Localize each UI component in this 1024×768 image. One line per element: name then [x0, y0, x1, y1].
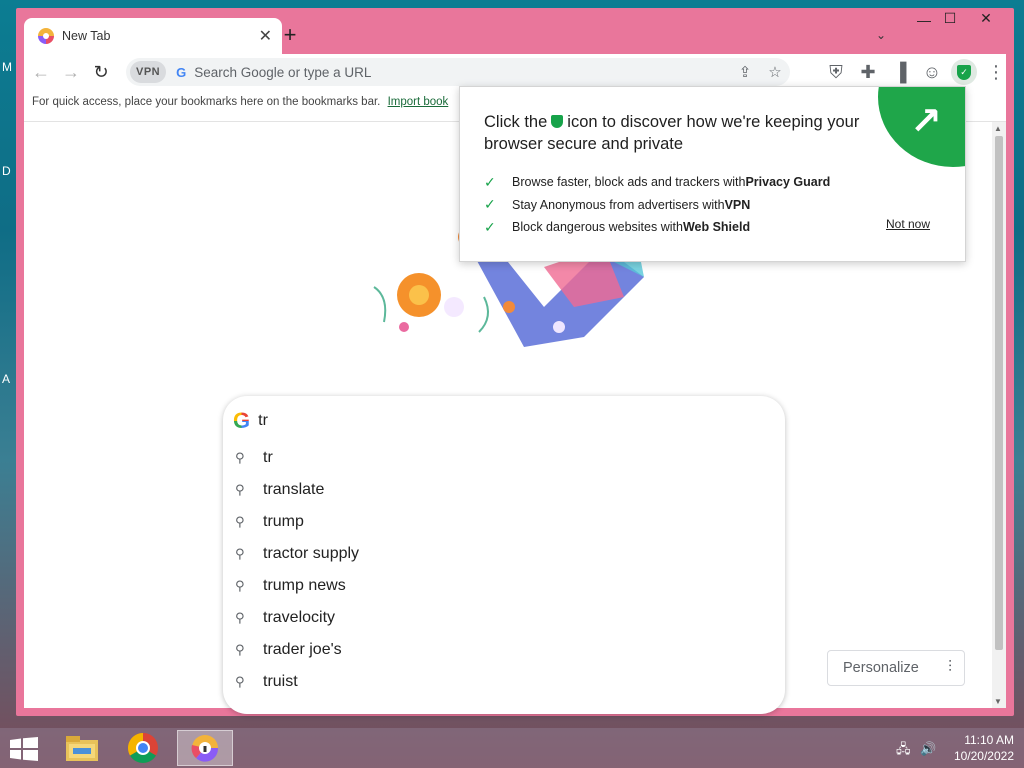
scroll-down-icon[interactable]: ▼ — [994, 697, 1002, 706]
check-icon: ✓ — [484, 196, 496, 213]
suggestion-item[interactable]: ⚲ travelocity — [223, 602, 785, 634]
clock-time: 11:10 AM — [964, 733, 1014, 747]
bookmarks-hint: For quick access, place your bookmarks h… — [32, 96, 381, 108]
search-input[interactable]: tr — [258, 412, 268, 430]
page-scrollbar[interactable]: ▲ ▼ — [992, 122, 1006, 708]
privacy-icon[interactable]: ⛨ — [820, 57, 852, 87]
shield-icon: ✓ — [957, 64, 971, 80]
check-icon: ✓ — [484, 218, 496, 235]
share-icon[interactable]: ⇪ — [730, 63, 760, 81]
menu-icon[interactable]: ⋮ — [980, 57, 1012, 87]
search-icon: ⚲ — [235, 610, 245, 625]
suggestion-text: trader joe's — [263, 641, 342, 658]
search-icon: ⚲ — [235, 450, 245, 465]
suggestion-item[interactable]: ⚲ truist — [223, 666, 785, 698]
extension-area: ⛨ ✚ ▐ ☺ ✓ ⋮ — [820, 57, 1012, 87]
search-suggestion-box: G tr ⚲ tr ⚲ translate ⚲ trump ⚲ tractor supp… — [223, 396, 785, 714]
omnibox[interactable]: VPN G Search Google or type a URL ⇪ ☆ — [126, 58, 790, 86]
search-icon: ⚲ — [235, 546, 245, 561]
suggestion-item[interactable]: ⚲ tr — [223, 442, 785, 474]
omnibox-input[interactable]: Search Google or type a URL — [194, 65, 730, 80]
vpn-badge[interactable]: VPN — [130, 61, 167, 83]
suggestion-item[interactable]: ⚲ tractor supply — [223, 538, 785, 570]
suggestion-item[interactable]: ⚲ trader joe's — [223, 634, 785, 666]
suggestion-list: ⚲ tr ⚲ translate ⚲ trump ⚲ tractor supply ⚲ t… — [223, 442, 785, 698]
back-icon[interactable]: ← — [26, 57, 56, 87]
feature-item: ✓ Block dangerous websites with Web Shiel… — [484, 218, 751, 235]
search-icon: ⚲ — [235, 482, 245, 497]
google-icon: G — [176, 64, 187, 80]
reload-icon[interactable]: ↻ — [86, 57, 116, 87]
tab-strip: New Tab ✕ + ⌄ — ☐ ✕ — [16, 8, 1014, 54]
search-icon: ⚲ — [235, 674, 245, 689]
extensions-icon[interactable]: ✚ — [852, 57, 884, 87]
tab-title: New Tab — [62, 29, 111, 43]
desktop-label-3: A — [2, 372, 11, 386]
network-icon[interactable]: 🖧 — [896, 741, 911, 756]
search-icon: ⚲ — [235, 514, 245, 529]
tab-close-button[interactable]: ✕ — [259, 26, 272, 46]
suggestion-text: travelocity — [263, 609, 336, 626]
clock-date: 10/20/2022 — [953, 749, 1014, 763]
shield-button[interactable]: ✓ — [951, 59, 977, 85]
search-icon: ⚲ — [235, 578, 245, 593]
personalize-button[interactable]: Personalize ⫶ — [827, 650, 965, 686]
file-explorer-icon[interactable] — [54, 730, 110, 766]
suggestion-text: tr — [263, 449, 273, 466]
suggestion-text: translate — [263, 481, 325, 498]
clock[interactable]: 11:10 AM 10/20/2022 — [954, 732, 1014, 764]
suggestion-text: truist — [263, 673, 298, 690]
suggestion-text: trump — [263, 513, 304, 530]
volume-icon[interactable]: 🔊 — [920, 741, 936, 756]
feature-item: ✓ Stay Anonymous from advertisers with VP… — [484, 196, 751, 213]
star-icon[interactable]: ☆ — [760, 63, 790, 81]
scroll-thumb[interactable] — [995, 136, 1003, 650]
browser-logo-icon — [38, 28, 54, 44]
google-logo-icon: G — [233, 408, 251, 433]
windows-start-icon[interactable] — [10, 737, 38, 761]
security-popup: ↗ Click the icon to discover how we're ke… — [459, 86, 966, 262]
desktop-label-1: M — [2, 60, 12, 74]
tab-search-icon[interactable]: ⌄ — [876, 28, 886, 42]
suggestion-item[interactable]: ⚲ translate — [223, 474, 785, 506]
sidepanel-icon[interactable]: ▐ — [884, 57, 916, 87]
arrow-up-right-icon: ↗ — [910, 101, 942, 143]
feature-list: ✓ Browse faster, block ads and trackers w… — [484, 171, 830, 239]
toolbar: ← → ↻ VPN G Search Google or type a URL … — [24, 54, 1006, 90]
maximize-button[interactable]: ☐ — [934, 10, 966, 27]
popup-heading: Click the icon to discover how we're keep… — [484, 113, 860, 153]
not-now-link[interactable]: Not now — [886, 217, 930, 231]
suggestion-item[interactable]: ⚲ trump — [223, 506, 785, 538]
profile-icon[interactable]: ☺ — [916, 57, 948, 87]
new-tab-button[interactable]: + — [278, 24, 302, 46]
taskbar: 🖧 🔊 11:10 AM 10/20/2022 — [0, 728, 1024, 768]
secure-browser-icon[interactable] — [177, 730, 233, 766]
import-bookmarks-link[interactable]: Import book — [388, 96, 449, 108]
tab-new-tab[interactable]: New Tab ✕ — [24, 18, 282, 54]
chrome-icon[interactable] — [115, 730, 171, 766]
search-icon: ⚲ — [235, 642, 245, 657]
suggestion-text: trump news — [263, 577, 346, 594]
check-icon: ✓ — [484, 173, 496, 190]
sliders-icon: ⫶ — [947, 659, 952, 676]
scroll-up-icon[interactable]: ▲ — [994, 124, 1002, 133]
tray-icons: 🖧 🔊 — [896, 740, 936, 762]
personalize-label: Personalize — [843, 660, 919, 676]
feature-item: ✓ Browse faster, block ads and trackers w… — [484, 173, 831, 190]
close-window-button[interactable]: ✕ — [970, 10, 1002, 27]
forward-icon[interactable]: → — [56, 57, 86, 87]
suggestion-text: tractor supply — [263, 545, 360, 562]
desktop-label-2: D — [2, 164, 11, 178]
shield-icon — [551, 115, 564, 128]
suggestion-item[interactable]: ⚲ trump news — [223, 570, 785, 602]
